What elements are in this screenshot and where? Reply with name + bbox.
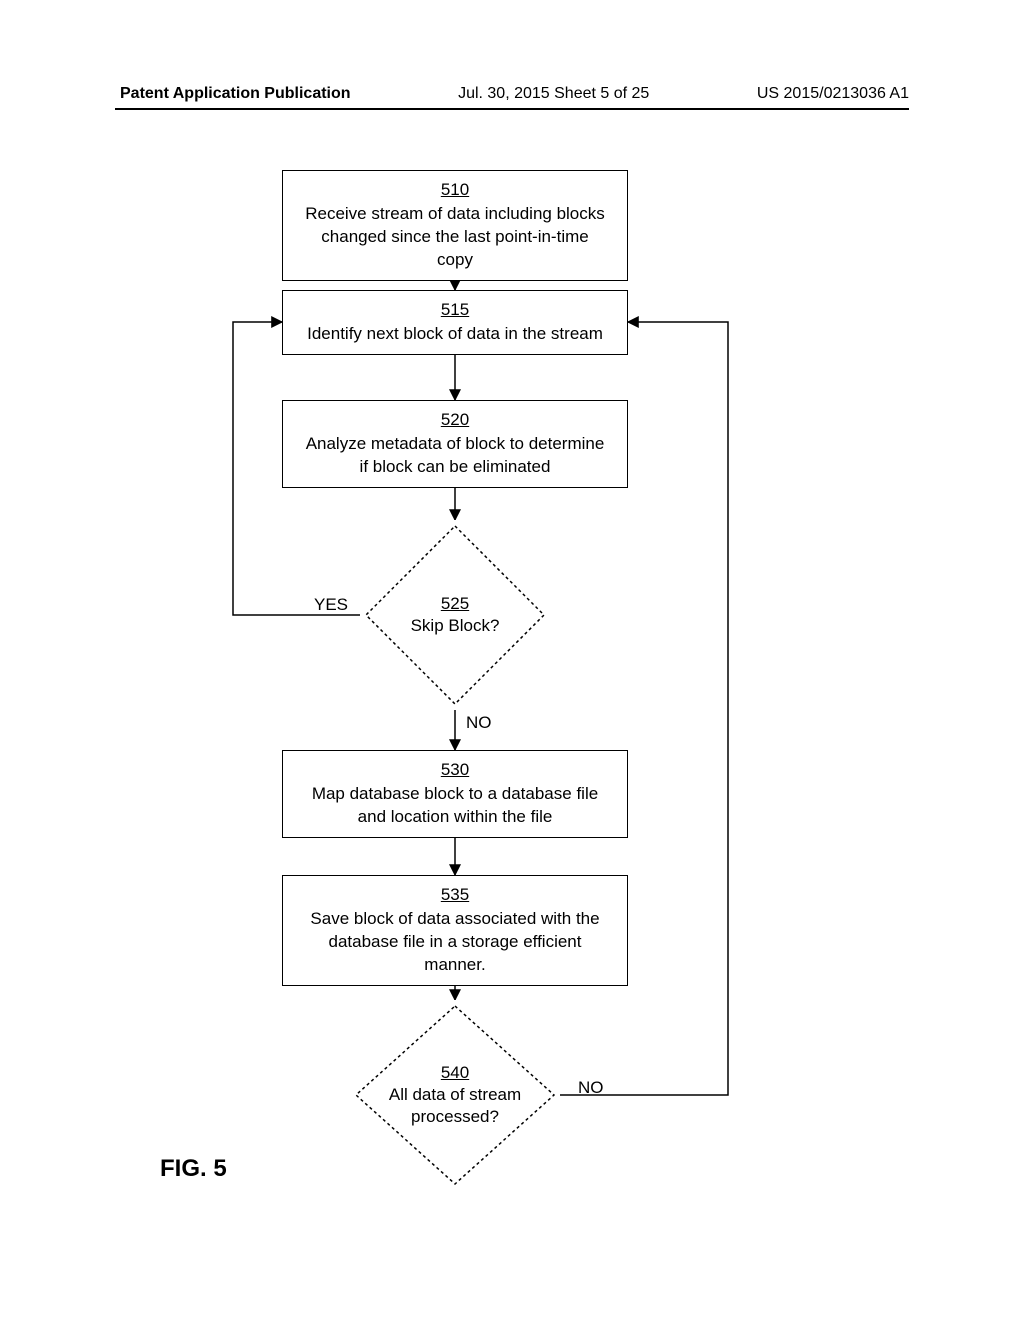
step-530-num: 530	[301, 759, 609, 782]
step-535: 535 Save block of data associated with t…	[282, 875, 628, 986]
step-525-num: 525	[441, 593, 469, 615]
step-510-num: 510	[301, 179, 609, 202]
step-540-num: 540	[441, 1062, 469, 1084]
step-515-num: 515	[301, 299, 609, 322]
label-no-525: NO	[466, 713, 492, 733]
step-530: 530 Map database block to a database fil…	[282, 750, 628, 838]
step-540-text1: All data of stream	[389, 1084, 521, 1106]
step-510: 510 Receive stream of data including blo…	[282, 170, 628, 281]
header-rule	[115, 108, 909, 110]
step-540-text2: processed?	[411, 1106, 499, 1128]
figure-label: FIG. 5	[160, 1155, 227, 1183]
step-535-text: Save block of data associated with the d…	[310, 909, 599, 974]
label-no-540: NO	[578, 1078, 604, 1098]
header-left: Patent Application Publication	[120, 85, 351, 103]
step-525-decision: 525 Skip Block?	[360, 520, 550, 710]
step-535-num: 535	[301, 884, 609, 907]
step-510-text: Receive stream of data including blocks …	[305, 204, 605, 269]
header-right: US 2015/0213036 A1	[757, 85, 909, 103]
step-530-text: Map database block to a database file an…	[312, 784, 598, 826]
step-525-text: Skip Block?	[411, 615, 500, 637]
step-520-num: 520	[301, 409, 609, 432]
step-520-text: Analyze metadata of block to determine i…	[306, 434, 605, 476]
header-center: Jul. 30, 2015 Sheet 5 of 25	[458, 85, 649, 103]
step-540-decision: 540 All data of stream processed?	[350, 1000, 560, 1190]
page-header: Patent Application Publication Jul. 30, …	[0, 85, 1024, 103]
step-520: 520 Analyze metadata of block to determi…	[282, 400, 628, 488]
step-515-text: Identify next block of data in the strea…	[307, 324, 603, 343]
label-yes: YES	[314, 595, 348, 615]
step-515: 515 Identify next block of data in the s…	[282, 290, 628, 355]
